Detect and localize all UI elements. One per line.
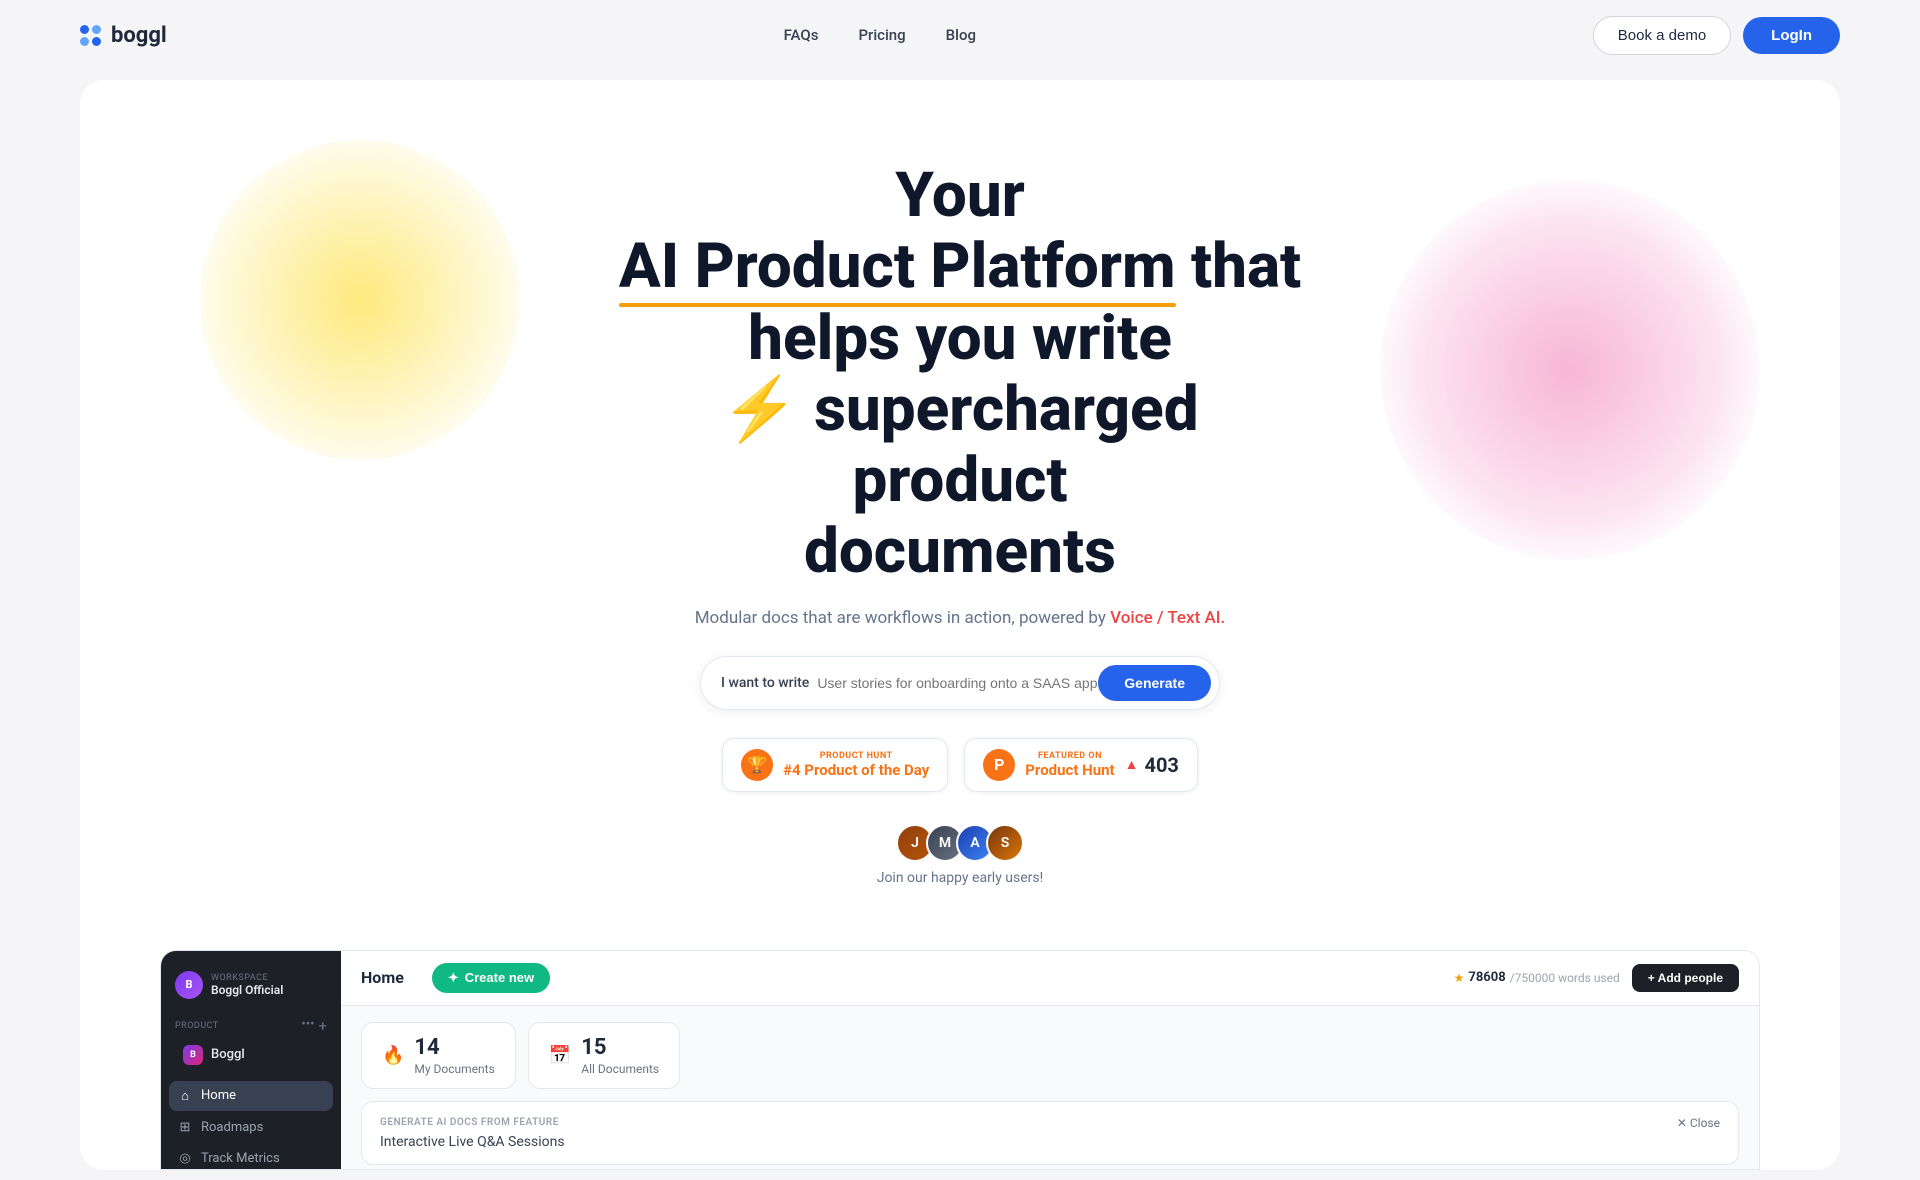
- sidebar-section-actions: ••• +: [301, 1017, 327, 1035]
- navbar: boggl FAQs Pricing Blog Book a demo LogI…: [0, 0, 1920, 70]
- search-label: I want to write: [721, 675, 809, 691]
- product-name: Boggl: [211, 1047, 245, 1062]
- stat-card-my-docs: 🔥 14 My Documents: [361, 1022, 516, 1089]
- feature-card-header: GENERATE AI DOCS FROM FEATURE ✕ Close: [380, 1116, 1720, 1130]
- app-screenshot: B WORKSPACE Boggl Official PRODUCT ••• +…: [160, 950, 1760, 1170]
- dot2: [92, 25, 101, 34]
- nav-links: FAQs Pricing Blog: [784, 26, 976, 44]
- badge-row: 🏆 PRODUCT HUNT #4 Product of the Day P F…: [80, 738, 1840, 792]
- logo-text: boggl: [111, 23, 167, 48]
- dot1: [80, 25, 89, 34]
- nav-pricing[interactable]: Pricing: [858, 26, 905, 44]
- main-card: Your AI Product Platform that helps you …: [80, 80, 1840, 1170]
- dot4: [92, 37, 101, 46]
- sidebar-nav: ⌂ Home ⊞ Roadmaps ◎ Track Metrics ◈ Laun…: [161, 1077, 341, 1170]
- nav-blog[interactable]: Blog: [946, 26, 976, 44]
- workspace-info: WORKSPACE Boggl Official: [211, 973, 283, 997]
- product-hunt-badge-1: 🏆 PRODUCT HUNT #4 Product of the Day: [722, 738, 948, 792]
- product-icon: B: [183, 1045, 203, 1065]
- sidebar-item-home[interactable]: ⌂ Home: [169, 1081, 333, 1111]
- nav-faqs[interactable]: FAQs: [784, 26, 819, 44]
- feature-card-close[interactable]: ✕ Close: [1677, 1116, 1720, 1130]
- avatar-4: S: [986, 824, 1024, 862]
- app-topbar: Home ✦ Create new ★ 78608 /750000 words …: [341, 951, 1759, 1006]
- stat-info-1: 14 My Documents: [414, 1035, 494, 1076]
- badge2-label: FEATURED ON: [1025, 751, 1114, 761]
- calendar-icon: 📅: [549, 1045, 571, 1066]
- stats-row: 🔥 14 My Documents 📅 15 All Documents: [361, 1022, 1739, 1089]
- fire-icon: 🔥: [382, 1045, 404, 1066]
- add-icon[interactable]: +: [318, 1017, 327, 1035]
- badge2-right: ▲ 403: [1125, 753, 1179, 777]
- feature-card: GENERATE AI DOCS FROM FEATURE ✕ Close In…: [361, 1101, 1739, 1165]
- sidebar-product-section: PRODUCT ••• + B Boggl: [161, 1011, 341, 1077]
- workspace-label: WORKSPACE: [211, 973, 283, 983]
- users-row: J M A S Join our happy early users!: [80, 824, 1840, 886]
- search-bar: I want to write Generate: [700, 656, 1220, 710]
- feature-card-label: GENERATE AI DOCS FROM FEATURE: [380, 1117, 559, 1128]
- home-icon: ⌂: [177, 1088, 193, 1104]
- logo-icon: [80, 25, 101, 46]
- upvote-icon: ▲: [1125, 756, 1139, 773]
- search-input[interactable]: [817, 671, 1098, 695]
- ph-icon-2: P: [983, 749, 1015, 781]
- hero-section: Your AI Product Platform that helps you …: [80, 80, 1840, 926]
- app-sidebar: B WORKSPACE Boggl Official PRODUCT ••• +…: [161, 951, 341, 1169]
- badge2-count: 403: [1144, 753, 1178, 777]
- app-content: 🔥 14 My Documents 📅 15 All Documents: [341, 1006, 1759, 1170]
- star-icon: ★: [1454, 971, 1465, 985]
- sparkle-icon: ✦: [448, 970, 459, 986]
- stat-label-2: All Documents: [581, 1062, 659, 1076]
- sidebar-item-home-label: Home: [201, 1088, 236, 1103]
- sidebar-item-track-metrics[interactable]: ◎ Track Metrics: [169, 1144, 333, 1170]
- workspace-avatar: B: [175, 971, 203, 999]
- badge-content-2: FEATURED ON Product Hunt: [1025, 751, 1114, 779]
- create-new-button[interactable]: ✦ Create new: [432, 963, 550, 993]
- words-used: ★ 78608 /750000 words used: [1454, 970, 1620, 985]
- book-demo-button[interactable]: Book a demo: [1593, 16, 1731, 55]
- ph-icon: 🏆: [741, 749, 773, 781]
- logo: boggl: [80, 23, 167, 48]
- product-hunt-badge-2: P FEATURED ON Product Hunt ▲ 403: [964, 738, 1198, 792]
- metrics-icon: ◎: [177, 1151, 193, 1166]
- badge1-value: #4 Product of the Day: [783, 761, 929, 779]
- workspace-name: Boggl Official: [211, 983, 283, 997]
- stat-card-all-docs: 📅 15 All Documents: [528, 1022, 680, 1089]
- sidebar-workspace: B WORKSPACE Boggl Official: [161, 963, 341, 1011]
- roadmaps-icon: ⊞: [177, 1120, 193, 1135]
- stat-info-2: 15 All Documents: [581, 1035, 659, 1076]
- sidebar-product-item[interactable]: B Boggl: [175, 1039, 327, 1071]
- ellipsis-icon[interactable]: •••: [301, 1017, 314, 1035]
- users-text: Join our happy early users!: [877, 870, 1044, 886]
- nav-actions: Book a demo LogIn: [1593, 16, 1840, 55]
- sidebar-section-header: PRODUCT ••• +: [175, 1017, 327, 1035]
- topbar-left: Home ✦ Create new: [361, 963, 550, 993]
- hero-title-underlined: AI Product Platform: [619, 231, 1176, 302]
- words-count: 78608: [1468, 970, 1505, 985]
- sidebar-item-roadmaps-label: Roadmaps: [201, 1120, 263, 1135]
- badge1-label: PRODUCT HUNT: [783, 751, 929, 761]
- app-home-label: Home: [361, 968, 404, 987]
- stat-number-2: 15: [581, 1035, 659, 1060]
- topbar-right: ★ 78608 /750000 words used + Add people: [1454, 964, 1739, 992]
- app-main: Home ✦ Create new ★ 78608 /750000 words …: [341, 951, 1759, 1169]
- product-section-label: PRODUCT: [175, 1021, 219, 1031]
- badge2-value: Product Hunt: [1025, 761, 1114, 779]
- hero-subtitle: Modular docs that are workflows in actio…: [80, 608, 1840, 628]
- lightning-icon: ⚡: [721, 373, 798, 446]
- words-total: /750000 words used: [1510, 971, 1620, 985]
- sidebar-item-roadmaps[interactable]: ⊞ Roadmaps: [169, 1113, 333, 1142]
- hero-title: Your AI Product Platform that helps you …: [610, 160, 1310, 588]
- avatar-group: J M A S: [896, 824, 1024, 862]
- stat-number-1: 14: [414, 1035, 494, 1060]
- dot3: [80, 37, 89, 46]
- feature-card-title: Interactive Live Q&A Sessions: [380, 1134, 1720, 1150]
- hero-subtitle-highlight: Voice / Text AI.: [1110, 608, 1225, 628]
- stat-label-1: My Documents: [414, 1062, 494, 1076]
- sidebar-item-metrics-label: Track Metrics: [201, 1151, 280, 1166]
- login-button[interactable]: LogIn: [1743, 17, 1840, 54]
- generate-button[interactable]: Generate: [1098, 665, 1211, 701]
- badge-content-1: PRODUCT HUNT #4 Product of the Day: [783, 751, 929, 779]
- add-people-button[interactable]: + Add people: [1632, 964, 1739, 992]
